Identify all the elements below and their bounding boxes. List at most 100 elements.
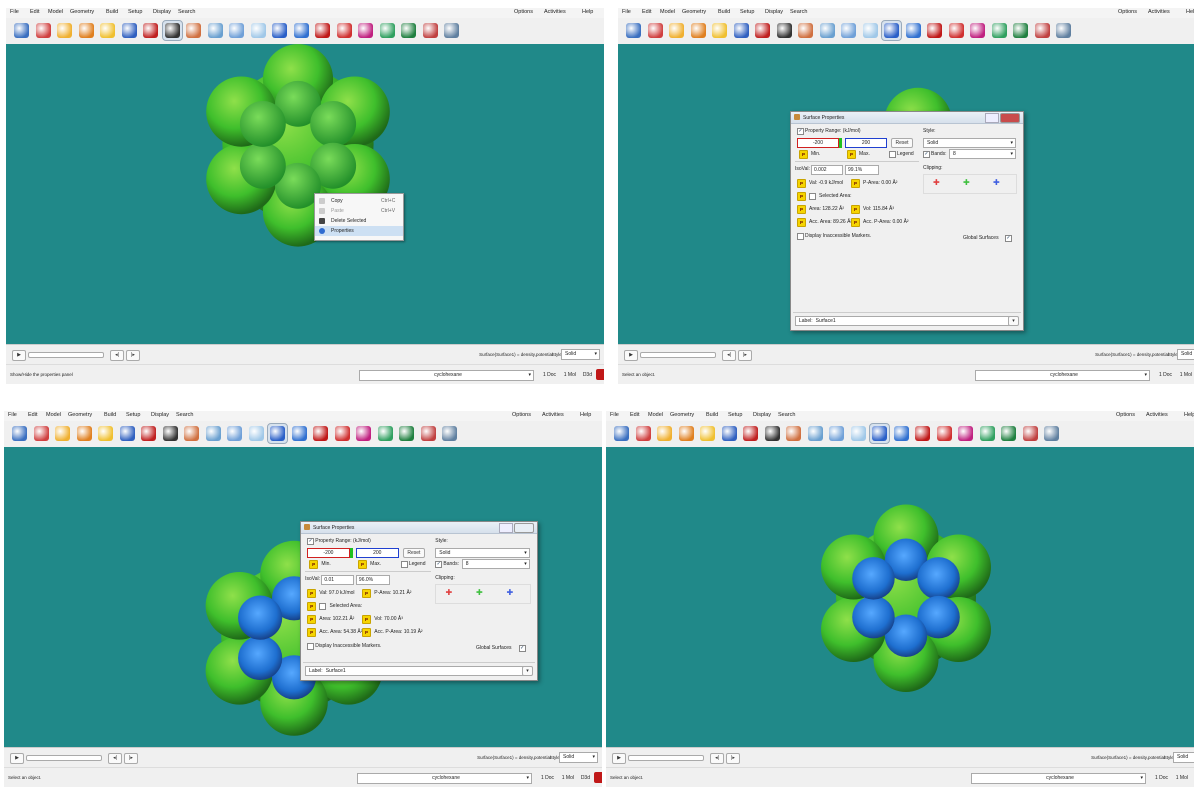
properties-icon[interactable] bbox=[869, 423, 890, 444]
properties-icon[interactable] bbox=[270, 21, 289, 40]
3d-viewport[interactable] bbox=[606, 447, 1194, 747]
area-p-icon[interactable]: P bbox=[797, 205, 806, 214]
acc-area-p-icon[interactable]: P bbox=[307, 628, 317, 637]
table-icon[interactable] bbox=[376, 424, 395, 443]
reactions-icon[interactable] bbox=[397, 424, 416, 443]
max-value-field[interactable]: 200 bbox=[355, 548, 399, 558]
surface-style-select[interactable]: Solid ▾ bbox=[923, 138, 1016, 148]
max-p-icon[interactable]: P bbox=[357, 560, 367, 569]
context-item-copy[interactable]: Copy Ctrl+C bbox=[315, 196, 403, 206]
play-button[interactable]: ▶ bbox=[12, 350, 26, 361]
build-tool-icon[interactable] bbox=[741, 424, 760, 443]
play-button[interactable]: ▶ bbox=[612, 753, 626, 764]
inaccessible-markers-checkbox[interactable] bbox=[797, 233, 804, 240]
global-surfaces-checkbox[interactable]: ✓ bbox=[518, 645, 526, 652]
menu-search[interactable]: Search bbox=[176, 412, 193, 418]
menu-options[interactable]: Options bbox=[1118, 9, 1137, 15]
spectrum-peak-icon[interactable] bbox=[356, 21, 375, 40]
molecule-select[interactable]: cyclohexane ▾ bbox=[975, 370, 1150, 381]
step-forward-button[interactable]: |▸ bbox=[124, 753, 138, 764]
menu-build[interactable]: Build bbox=[104, 412, 116, 418]
bands-checkbox[interactable]: ✓ bbox=[923, 151, 930, 158]
open-file-icon[interactable] bbox=[53, 424, 72, 443]
legend-checkbox[interactable] bbox=[889, 151, 896, 158]
molecule-surface-1[interactable] bbox=[148, 44, 448, 294]
max-value-field[interactable]: 200 bbox=[845, 138, 887, 148]
context-item-paste[interactable]: Paste Ctrl+V bbox=[315, 206, 403, 216]
tasks-icon[interactable] bbox=[440, 424, 459, 443]
molecule-select[interactable]: cyclohexane ▾ bbox=[359, 370, 534, 381]
undo-icon[interactable] bbox=[720, 424, 739, 443]
menu-help[interactable]: Help bbox=[1186, 9, 1194, 15]
close-icon[interactable] bbox=[1000, 113, 1020, 123]
frame-slider[interactable] bbox=[628, 755, 704, 761]
menu-activities[interactable]: Activities bbox=[1146, 412, 1168, 418]
step-forward-button[interactable]: |▸ bbox=[738, 350, 752, 361]
calculations-icon[interactable] bbox=[796, 21, 815, 40]
guess-icon[interactable] bbox=[206, 21, 225, 40]
new-document-icon[interactable] bbox=[624, 21, 643, 40]
sketch-icon[interactable] bbox=[646, 21, 665, 40]
spectrum-peak-icon[interactable] bbox=[956, 424, 975, 443]
menu-activities[interactable]: Activities bbox=[544, 9, 566, 15]
view-glasses-icon[interactable] bbox=[775, 21, 794, 40]
menu-help[interactable]: Help bbox=[582, 9, 593, 15]
menu-setup[interactable]: Setup bbox=[740, 9, 754, 15]
spectra-icon[interactable] bbox=[849, 424, 868, 443]
surface-style-select[interactable]: Solid ▾ bbox=[435, 548, 530, 558]
open-recent-icon[interactable] bbox=[77, 21, 96, 40]
build-tool-icon[interactable] bbox=[753, 21, 772, 40]
fragments-icon[interactable] bbox=[419, 424, 438, 443]
reset-button[interactable]: Reset bbox=[402, 548, 426, 558]
save-icon[interactable] bbox=[96, 424, 115, 443]
alert-icon[interactable] bbox=[596, 369, 604, 380]
menu-options[interactable]: Options bbox=[512, 412, 531, 418]
isoval-field[interactable]: 0.002 bbox=[811, 165, 843, 175]
orbitals-icon[interactable] bbox=[913, 424, 932, 443]
surfaces-icon[interactable] bbox=[839, 21, 858, 40]
open-recent-icon[interactable] bbox=[75, 424, 94, 443]
context-item-delete-selected[interactable]: Delete Selected bbox=[315, 216, 403, 226]
menu-file[interactable]: File bbox=[610, 412, 619, 418]
menu-geometry[interactable]: Geometry bbox=[68, 412, 92, 418]
label-dropdown-button[interactable]: ▾ bbox=[1008, 316, 1019, 326]
sketch-icon[interactable] bbox=[34, 21, 53, 40]
frame-slider[interactable] bbox=[28, 352, 104, 358]
fragments-icon[interactable] bbox=[1033, 21, 1052, 40]
sketch-icon[interactable] bbox=[32, 424, 51, 443]
menu-file[interactable]: File bbox=[622, 9, 631, 15]
bands-select[interactable]: 8 ▾ bbox=[461, 559, 530, 569]
spectra-icon[interactable] bbox=[249, 21, 268, 40]
view-glasses-icon[interactable] bbox=[161, 424, 180, 443]
pie-plot-icon[interactable] bbox=[333, 424, 352, 443]
3d-viewport[interactable]: Surface Properties ✓ Property Range: (kJ/m… bbox=[618, 44, 1194, 344]
tasks-icon[interactable] bbox=[1054, 21, 1073, 40]
fragments-icon[interactable] bbox=[421, 21, 440, 40]
menu-file[interactable]: File bbox=[10, 9, 19, 15]
surfaces-icon[interactable] bbox=[225, 424, 244, 443]
menu-search[interactable]: Search bbox=[178, 9, 195, 15]
frame-slider[interactable] bbox=[640, 352, 716, 358]
menu-build[interactable]: Build bbox=[106, 9, 118, 15]
menu-search[interactable]: Search bbox=[790, 9, 807, 15]
open-file-icon[interactable] bbox=[667, 21, 686, 40]
table-icon[interactable] bbox=[378, 21, 397, 40]
menu-build[interactable]: Build bbox=[718, 9, 730, 15]
acc-area-p-icon[interactable]: P bbox=[797, 218, 806, 227]
menu-setup[interactable]: Setup bbox=[728, 412, 742, 418]
molecule-surface-4[interactable] bbox=[756, 447, 1056, 747]
play-button[interactable]: ▶ bbox=[10, 753, 24, 764]
molecule-properties-icon[interactable] bbox=[290, 424, 309, 443]
property-range-checkbox[interactable]: ✓ bbox=[797, 128, 804, 135]
calculations-icon[interactable] bbox=[182, 424, 201, 443]
guess-icon[interactable] bbox=[818, 21, 837, 40]
orbitals-icon[interactable] bbox=[313, 21, 332, 40]
menu-edit[interactable]: Edit bbox=[28, 412, 37, 418]
pie-plot-icon[interactable] bbox=[947, 21, 966, 40]
menu-help[interactable]: Help bbox=[1184, 412, 1194, 418]
molecule-properties-icon[interactable] bbox=[892, 424, 911, 443]
global-surfaces-checkbox[interactable]: ✓ bbox=[1005, 235, 1012, 242]
surfaces-icon[interactable] bbox=[227, 21, 246, 40]
menu-model[interactable]: Model bbox=[648, 412, 663, 418]
3d-viewport[interactable]: Copy Ctrl+C Paste Ctrl+V Delete Selected Prop… bbox=[6, 44, 604, 344]
